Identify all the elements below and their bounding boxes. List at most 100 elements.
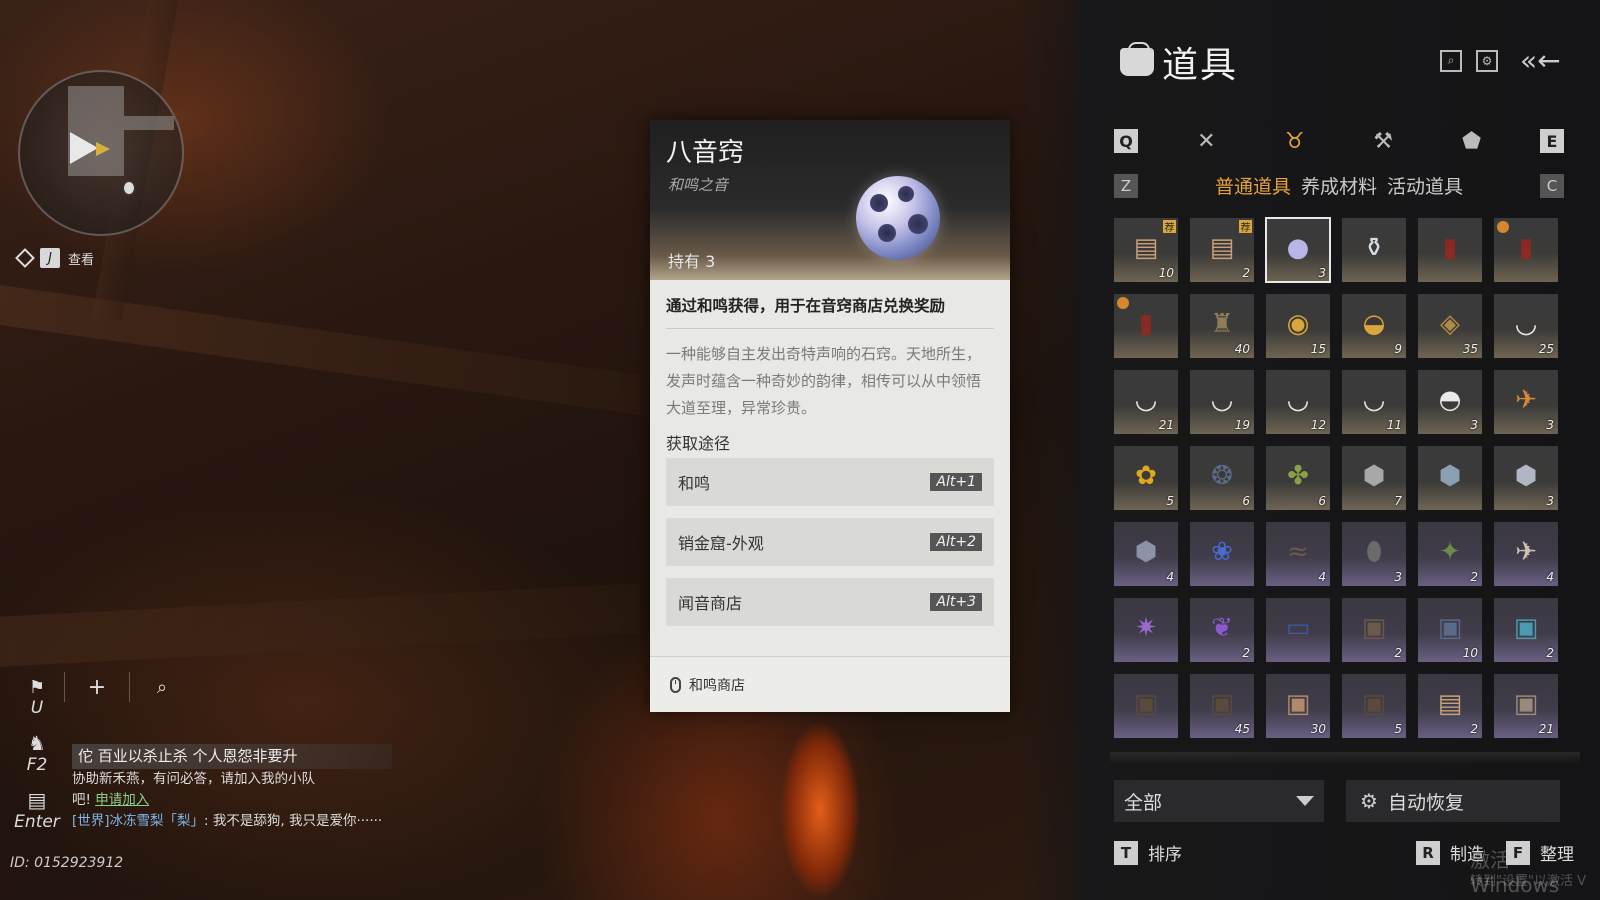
inventory-slot[interactable]: ⬢ 7 bbox=[1342, 446, 1406, 510]
inventory-slot[interactable]: ▮ bbox=[1114, 294, 1178, 358]
tool-bar: ⚑ + ⌕ bbox=[20, 672, 184, 702]
prev-subtab-key[interactable]: Z bbox=[1114, 173, 1138, 198]
inventory-slot[interactable]: ≈4 bbox=[1266, 522, 1330, 586]
inventory-slot[interactable]: ✦ 2 bbox=[1418, 522, 1482, 586]
inventory-slot[interactable]: ✈ 3 bbox=[1494, 370, 1558, 434]
inventory-slot[interactable]: ▤ 2 bbox=[1418, 674, 1482, 738]
inventory-slot[interactable]: ▭ bbox=[1266, 598, 1330, 662]
prev-category-key[interactable]: Q bbox=[1114, 129, 1138, 153]
inventory-slot[interactable]: ▮ bbox=[1418, 218, 1482, 282]
item-lead: 通过和鸣获得，用于在音窍商店兑换奖励 bbox=[666, 280, 994, 329]
next-subtab-key[interactable]: C bbox=[1539, 173, 1564, 198]
grid-fade bbox=[1110, 752, 1580, 764]
tooltip-footer[interactable]: 和鸣商店 bbox=[650, 656, 1010, 712]
inventory-slot[interactable]: ▤ 荐 10 bbox=[1114, 218, 1178, 282]
chat-line: 吧! 申请加入 bbox=[72, 790, 392, 811]
search-icon[interactable]: ⌕ bbox=[1440, 49, 1462, 72]
inventory-slot[interactable]: ◡ 19 bbox=[1190, 370, 1254, 434]
inventory-slot[interactable]: ▣ 30 bbox=[1266, 674, 1330, 738]
sort-button[interactable]: T 排序 bbox=[1114, 840, 1182, 865]
source-option[interactable]: 销金窟-外观 Alt+2 bbox=[666, 518, 994, 566]
chat-box[interactable]: 佗 百业以杀止杀 个人恩怨非要升 协助新禾燕，有问必答，请加入我的小队 吧! 申… bbox=[72, 744, 392, 832]
auto-restore-button[interactable]: ⚙ 自动恢复 bbox=[1346, 780, 1560, 822]
inventory-slot[interactable]: ◒ 9 bbox=[1342, 294, 1406, 358]
inventory-slot[interactable]: ▣ 5 bbox=[1342, 674, 1406, 738]
inventory-slot[interactable]: ▣ 10 bbox=[1418, 598, 1482, 662]
inventory-slot[interactable]: ✿ 5 bbox=[1114, 446, 1178, 510]
inventory-slot[interactable]: ◓ 3 bbox=[1418, 370, 1482, 434]
inventory-slot[interactable]: ✤ 6 bbox=[1266, 446, 1330, 510]
add-icon[interactable]: + bbox=[75, 675, 119, 700]
red-book-icon: ▮ bbox=[1442, 233, 1458, 263]
sort-label: 排序 bbox=[1148, 845, 1182, 865]
inventory-slot[interactable]: ⬢ 4 bbox=[1114, 522, 1178, 586]
chat-icon[interactable]: ▤ bbox=[28, 788, 47, 812]
inventory-slot[interactable]: ◡ 21 bbox=[1114, 370, 1178, 434]
search-icon[interactable]: ⌕ bbox=[140, 677, 184, 698]
inventory-slot[interactable]: ▮ bbox=[1494, 218, 1558, 282]
chest-icon: ▣ bbox=[1133, 689, 1159, 719]
user-id: ID: 0152923912 bbox=[10, 855, 124, 871]
inventory-slot[interactable]: ⬢ 3 bbox=[1494, 446, 1558, 510]
chat-line: 协助新禾燕，有问必答，请加入我的小队 bbox=[72, 771, 315, 787]
inventory-slot[interactable]: ▤ 荐 2 bbox=[1190, 218, 1254, 282]
filter-dropdown[interactable]: 全部 bbox=[1114, 780, 1324, 822]
item-count: 4 bbox=[1318, 570, 1326, 584]
inventory-slot[interactable]: ⬢ bbox=[1418, 446, 1482, 510]
player-arrow-icon bbox=[70, 132, 98, 164]
inventory-slot[interactable]: ◡ 12 bbox=[1266, 370, 1330, 434]
chat-sender[interactable]: 冰冻雪梨「梨」 bbox=[110, 813, 205, 829]
inventory-slot[interactable]: ◡ 11 bbox=[1342, 370, 1406, 434]
bird-icon: ✈ bbox=[1515, 385, 1537, 415]
inventory-slot[interactable]: ▣ 2 bbox=[1494, 598, 1558, 662]
flag-icon[interactable]: ⚑ bbox=[20, 677, 54, 698]
inventory-slot[interactable]: ▣ 2 bbox=[1342, 598, 1406, 662]
inventory-slot[interactable]: ◈ 35 bbox=[1418, 294, 1482, 358]
source-option[interactable]: 闻音商店 Alt+3 bbox=[666, 578, 994, 626]
inventory-slot[interactable]: ◡ 25 bbox=[1494, 294, 1558, 358]
item-count: 30 bbox=[1310, 722, 1326, 736]
social-icon[interactable]: ♞ bbox=[28, 731, 46, 755]
view-key: J bbox=[40, 248, 60, 268]
join-link[interactable]: 申请加入 bbox=[95, 792, 149, 808]
bag-icon bbox=[1120, 42, 1154, 76]
back-icon[interactable]: «← bbox=[1520, 44, 1561, 77]
tooltip-header: 八音窍 和鸣之音 持有 3 bbox=[650, 120, 1010, 280]
inventory-slot[interactable]: ♜ 40 bbox=[1190, 294, 1254, 358]
tab-event-items[interactable]: 活动道具 bbox=[1387, 172, 1463, 199]
coin-icon: ◈ bbox=[1440, 309, 1460, 339]
gear-icon[interactable]: ⚙ bbox=[1476, 49, 1498, 72]
inventory-slot[interactable]: ❦ 2 bbox=[1190, 598, 1254, 662]
inventory-slot[interactable]: ▣ bbox=[1114, 674, 1178, 738]
inventory-slot[interactable]: ⚱ bbox=[1342, 218, 1406, 282]
tab-map-icon[interactable]: ⬟ bbox=[1452, 126, 1492, 156]
chat-key: Enter bbox=[14, 812, 60, 832]
tab-growth-materials[interactable]: 养成材料 bbox=[1301, 172, 1377, 199]
crate-icon: ▤ bbox=[1133, 233, 1159, 263]
stone-icon: ⬢ bbox=[1514, 461, 1538, 491]
source-hotkey: Alt+1 bbox=[930, 473, 982, 491]
inventory-slot[interactable]: ❀ bbox=[1190, 522, 1254, 586]
tab-weapons-icon[interactable]: ✕ bbox=[1186, 126, 1226, 156]
chest-icon: ▣ bbox=[1361, 613, 1387, 643]
item-count: 6 bbox=[1242, 494, 1250, 508]
item-title: 八音窍 bbox=[666, 138, 745, 168]
next-category-key[interactable]: E bbox=[1539, 129, 1564, 153]
inventory-slot[interactable]: ✷ bbox=[1114, 598, 1178, 662]
inventory-slot[interactable]: ▣ 21 bbox=[1494, 674, 1558, 738]
inventory-slot[interactable]: ▣ 45 bbox=[1190, 674, 1254, 738]
inventory-slot[interactable]: ❂ 6 bbox=[1190, 446, 1254, 510]
tab-tools-icon[interactable]: ⚒ bbox=[1363, 126, 1403, 156]
tab-items-icon[interactable]: ♉ bbox=[1275, 126, 1315, 156]
shop-link: 和鸣商店 bbox=[689, 677, 745, 694]
flag-key: U bbox=[30, 698, 44, 718]
tab-normal-items[interactable]: 普通道具 bbox=[1215, 172, 1291, 199]
source-option[interactable]: 和鸣 Alt+1 bbox=[666, 458, 994, 506]
inventory-slot[interactable]: ✈ 4 bbox=[1494, 522, 1558, 586]
inventory-slot[interactable]: ● 3 bbox=[1265, 217, 1331, 283]
minimap[interactable] bbox=[18, 70, 184, 236]
chat-line: [世界]冰冻雪梨「梨」: 我不是舔狗, 我只是爱你······ bbox=[72, 811, 392, 832]
inventory-slot[interactable]: ⬮ 3 bbox=[1342, 522, 1406, 586]
inventory-slot[interactable]: ◉ 15 bbox=[1266, 294, 1330, 358]
view-hint[interactable]: J 查看 bbox=[15, 248, 94, 268]
